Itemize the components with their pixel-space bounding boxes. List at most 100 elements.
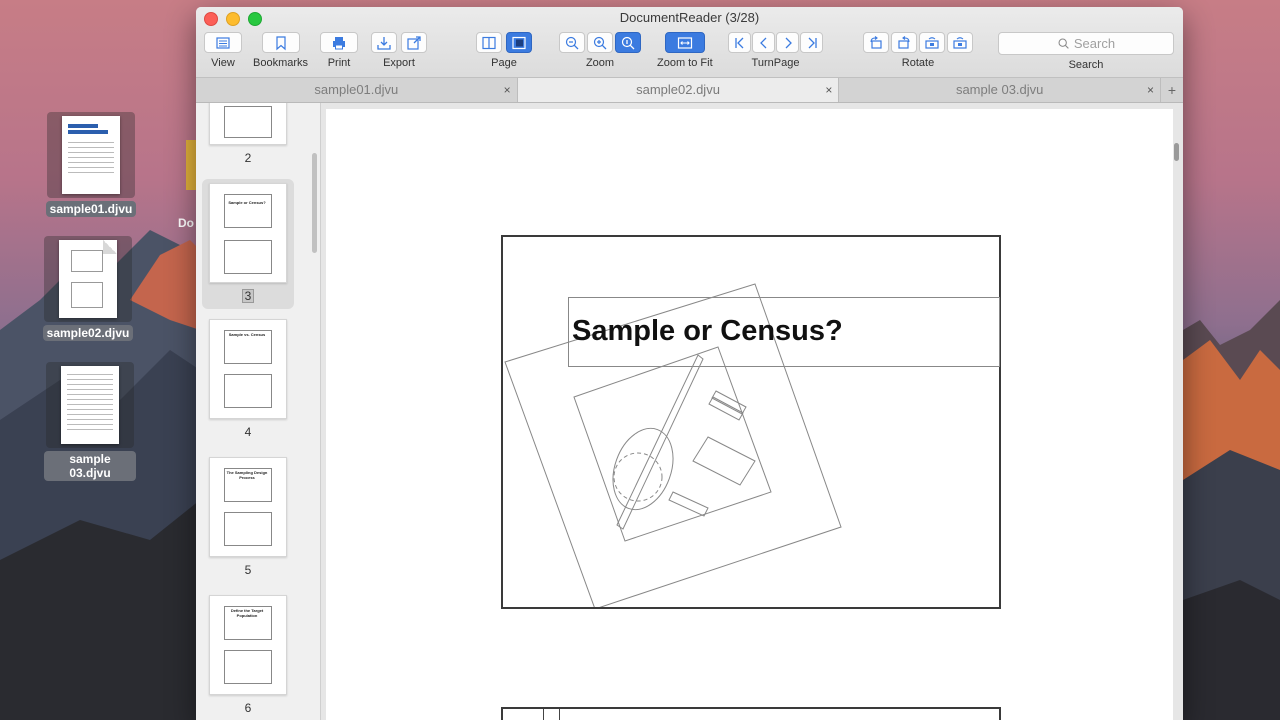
window-title: DocumentReader (3/28) — [619, 10, 760, 25]
rotate-right-button[interactable] — [891, 32, 917, 53]
file-icon — [47, 112, 135, 198]
rotate-right-icon — [898, 35, 910, 49]
page-thumbnail: Sample or Census? — [209, 183, 287, 283]
desktop-file-sample02[interactable]: sample02.djvu — [42, 236, 134, 342]
last-page-icon — [808, 37, 817, 48]
chevron-right-icon — [785, 37, 792, 48]
rotate-left-button[interactable] — [863, 32, 889, 53]
export-label: Export — [383, 57, 415, 69]
page-thumbnail: Define the Target Population — [209, 595, 287, 695]
printer-icon — [333, 36, 345, 49]
close-tab-icon[interactable]: × — [825, 78, 832, 102]
document-reader-window: DocumentReader (3/28) View Bookmarks Pri… — [196, 7, 1183, 720]
tab-sample02[interactable]: sample02.djvu × — [517, 78, 840, 102]
page-layout-icon — [512, 36, 526, 49]
share-icon — [407, 35, 421, 50]
tab-label: sample 03.djvu — [955, 82, 1044, 97]
document-view: Sample or Census? — [321, 103, 1183, 720]
next-page-button[interactable] — [776, 32, 799, 53]
two-column-icon — [482, 36, 496, 49]
first-page-icon — [734, 37, 743, 48]
add-tab-button[interactable]: + — [1161, 78, 1183, 102]
turnpage-tool: TurnPage — [728, 32, 823, 69]
export-tool: Export — [371, 32, 427, 69]
search-input[interactable]: Search — [998, 32, 1174, 55]
file-label: sample01.djvu — [45, 201, 137, 217]
page-layout-button[interactable] — [506, 32, 532, 53]
export-download-button[interactable] — [371, 32, 397, 53]
slide-illustration — [504, 283, 842, 607]
chevron-left-icon — [759, 37, 766, 48]
desktop-file-sample03[interactable]: sample 03.djvu — [44, 362, 136, 482]
thumbnail-title: Define the Target Population — [230, 608, 264, 618]
file-label: sample 03.djvu — [44, 451, 136, 481]
bookmarks-button[interactable] — [261, 32, 300, 53]
slide-title: Sample or Census? — [572, 315, 843, 347]
page-number: 5 — [244, 563, 252, 577]
thumbnail-page-2[interactable]: 2 — [202, 103, 294, 167]
search-tool: Search Search — [998, 32, 1174, 71]
document-scrollbar[interactable] — [1174, 143, 1179, 161]
zoom-to-fit-button[interactable] — [664, 32, 705, 53]
sidebar-scrollbar[interactable] — [312, 153, 317, 253]
single-page-button[interactable] — [476, 32, 502, 53]
slide-frame: Sample or Census? — [501, 235, 1001, 609]
zoom-to-fit-label: Zoom to Fit — [657, 57, 713, 69]
page-number: 3 — [241, 289, 255, 303]
page-thumbnail: Sample vs. Census — [209, 319, 287, 419]
page-thumbnail — [209, 103, 287, 145]
thumbnail-page-3[interactable]: Sample or Census? 3 — [202, 179, 294, 309]
folder-icon — [186, 140, 196, 190]
actual-size-button[interactable] — [615, 32, 641, 53]
file-icon — [46, 362, 134, 448]
thumbnail-page-4[interactable]: Sample vs. Census 4 — [202, 319, 294, 441]
page-label: Page — [491, 57, 517, 69]
rotate-tool: Rotate — [863, 32, 973, 69]
desktop-partial-label: Do — [178, 216, 194, 230]
zoom-out-icon — [565, 36, 579, 49]
page-thumbnail: The Sampling Design Process — [209, 457, 287, 557]
close-tab-icon[interactable]: × — [504, 78, 511, 102]
thumbnail-page-6[interactable]: Define the Target Population 6 — [202, 595, 294, 717]
zoom-tool: Zoom — [559, 32, 641, 69]
thumbnail-page-5[interactable]: The Sampling Design Process 5 — [202, 457, 294, 579]
view-icon — [216, 36, 230, 49]
actual-size-icon — [621, 36, 635, 49]
page-number: 4 — [244, 425, 252, 439]
rotate-label: Rotate — [901, 57, 935, 69]
first-page-button[interactable] — [728, 32, 751, 53]
tab-bar: sample01.djvu × sample02.djvu × sample 0… — [196, 77, 1183, 102]
bookmarks-label: Bookmarks — [253, 57, 309, 69]
rotate-left-icon — [870, 35, 882, 49]
print-label: Print — [327, 57, 351, 69]
fit-width-icon — [677, 36, 692, 49]
search-label: Search — [1068, 59, 1104, 71]
search-placeholder: Search — [1073, 36, 1116, 51]
desktop-file-sample01[interactable]: sample01.djvu — [45, 112, 137, 218]
close-tab-icon[interactable]: × — [1147, 78, 1154, 102]
tab-sample01[interactable]: sample01.djvu × — [196, 78, 518, 102]
tab-sample03[interactable]: sample 03.djvu × — [839, 78, 1162, 102]
print-button[interactable] — [320, 32, 358, 53]
rotate-page-left-icon — [925, 36, 939, 49]
zoom-out-button[interactable] — [559, 32, 585, 53]
thumbnail-title: Sample or Census? — [228, 200, 266, 205]
thumbnail-title: The Sampling Design Process — [226, 470, 268, 480]
page-thumbnail-sidebar: 2 Sample or Census? 3 Sample vs. Census … — [196, 103, 321, 720]
page-tool: Page — [476, 32, 532, 69]
tab-label: sample01.djvu — [314, 82, 399, 97]
view-button[interactable] — [204, 32, 242, 53]
bookmarks-tool: Bookmarks — [253, 32, 308, 69]
last-page-button[interactable] — [800, 32, 823, 53]
document-page: Sample or Census? — [326, 109, 1173, 720]
zoom-label: Zoom — [585, 57, 615, 69]
previous-page-button[interactable] — [752, 32, 775, 53]
file-icon — [44, 236, 132, 322]
page-number: 2 — [244, 151, 252, 165]
zoom-in-button[interactable] — [587, 32, 613, 53]
rotate-page-left-button[interactable] — [919, 32, 945, 53]
turnpage-label: TurnPage — [751, 57, 800, 69]
rotate-page-right-button[interactable] — [947, 32, 973, 53]
export-share-button[interactable] — [401, 32, 427, 53]
bookmark-icon — [275, 35, 286, 50]
